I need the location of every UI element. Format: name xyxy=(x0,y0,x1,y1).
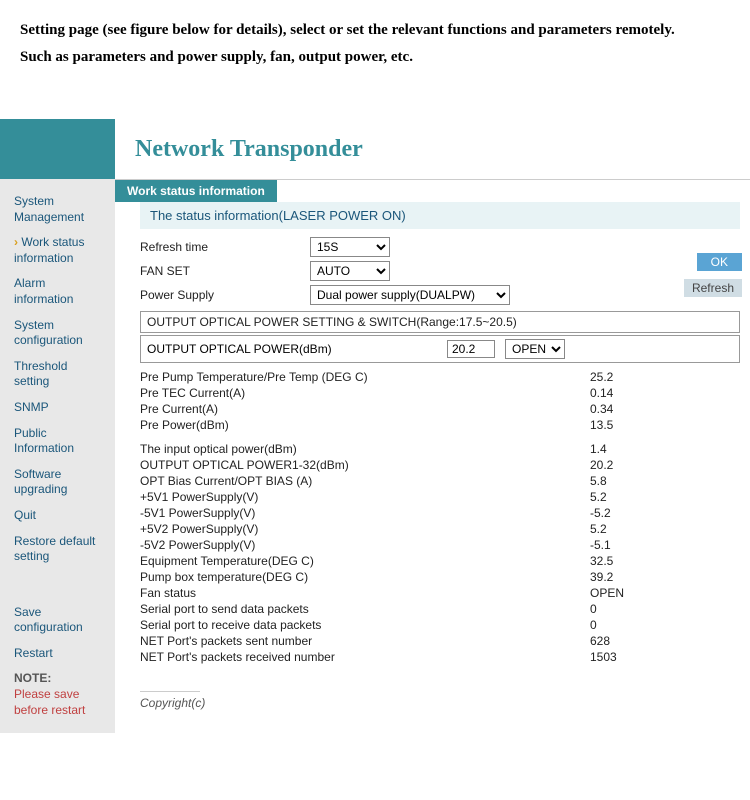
metric-row: NET Port's packets received number1503 xyxy=(140,649,740,665)
metric-value: 0 xyxy=(590,602,650,616)
tab-bar: Work status information xyxy=(115,179,750,202)
output-power-input[interactable] xyxy=(447,340,495,358)
sidebar-item-system-management[interactable]: System Management xyxy=(0,189,115,230)
refresh-time-select[interactable]: 15S xyxy=(310,237,390,257)
sidebar-item-work-status[interactable]: Work status information xyxy=(0,230,115,271)
sidebar-note: NOTE: Please save before restart xyxy=(0,666,115,723)
metric-row: -5V2 PowerSupply(V)-5.1 xyxy=(140,537,740,553)
output-power-label: OUTPUT OPTICAL POWER(dBm) xyxy=(147,342,437,356)
metric-label: NET Port's packets sent number xyxy=(140,634,590,648)
metric-label: Pre Pump Temperature/Pre Temp (DEG C) xyxy=(140,370,590,384)
output-power-switch-select[interactable]: OPEN xyxy=(505,339,565,359)
sidebar-item-system-config[interactable]: System configuration xyxy=(0,313,115,354)
metric-row: +5V1 PowerSupply(V)5.2 xyxy=(140,489,740,505)
page-title: Network Transponder xyxy=(135,136,363,163)
metric-row: Serial port to receive data packets0 xyxy=(140,617,740,633)
sidebar-item-save-config[interactable]: Save configuration xyxy=(0,600,115,641)
sidebar-item-restore-default[interactable]: Restore default setting xyxy=(0,529,115,570)
power-supply-label: Power Supply xyxy=(140,288,310,302)
metric-row: Pre TEC Current(A)0.14 xyxy=(140,385,740,401)
metric-value: 25.2 xyxy=(590,370,650,384)
metric-value: 0.34 xyxy=(590,402,650,416)
output-power-section-header: OUTPUT OPTICAL POWER SETTING & SWITCH(Ra… xyxy=(140,311,740,333)
metric-row: The input optical power(dBm)1.4 xyxy=(140,441,740,457)
ok-button[interactable]: OK xyxy=(697,253,742,271)
main-header: Network Transponder xyxy=(115,119,750,179)
sidebar-item-snmp[interactable]: SNMP xyxy=(0,395,115,421)
sidebar-item-threshold[interactable]: Threshold setting xyxy=(0,354,115,395)
metric-row: NET Port's packets sent number628 xyxy=(140,633,740,649)
copyright-text: Copyright(c) xyxy=(140,696,205,710)
metric-label: -5V1 PowerSupply(V) xyxy=(140,506,590,520)
metric-row: -5V1 PowerSupply(V)-5.2 xyxy=(140,505,740,521)
metric-label: The input optical power(dBm) xyxy=(140,442,590,456)
metric-row: Fan statusOPEN xyxy=(140,585,740,601)
metric-row: OUTPUT OPTICAL POWER1-32(dBm)20.2 xyxy=(140,457,740,473)
metric-value: 1.4 xyxy=(590,442,650,456)
metric-row: Pre Pump Temperature/Pre Temp (DEG C)25.… xyxy=(140,369,740,385)
footer: Copyright(c) xyxy=(140,685,740,710)
intro-line-1: Setting page (see figure below for detai… xyxy=(20,20,730,41)
sidebar-item-software-upgrade[interactable]: Software upgrading xyxy=(0,462,115,503)
metric-value: 32.5 xyxy=(590,554,650,568)
sidebar-nav: System Management Work status informatio… xyxy=(0,179,115,733)
metric-label: -5V2 PowerSupply(V) xyxy=(140,538,590,552)
sidebar-header-block xyxy=(0,119,115,179)
status-title: The status information(LASER POWER ON) xyxy=(140,202,740,229)
metric-row: Serial port to send data packets0 xyxy=(140,601,740,617)
refresh-button[interactable]: Refresh xyxy=(684,279,742,297)
metric-label: Equipment Temperature(DEG C) xyxy=(140,554,590,568)
metric-row: Equipment Temperature(DEG C)32.5 xyxy=(140,553,740,569)
metric-label: Fan status xyxy=(140,586,590,600)
sidebar-item-alarm[interactable]: Alarm information xyxy=(0,271,115,312)
metric-value: 1503 xyxy=(590,650,650,664)
fan-set-select[interactable]: AUTO xyxy=(310,261,390,281)
metric-label: OUTPUT OPTICAL POWER1-32(dBm) xyxy=(140,458,590,472)
metric-value: 13.5 xyxy=(590,418,650,432)
fan-set-label: FAN SET xyxy=(140,264,310,278)
metric-row: OPT Bias Current/OPT BIAS (A)5.8 xyxy=(140,473,740,489)
power-supply-select[interactable]: Dual power supply(DUALPW) xyxy=(310,285,510,305)
sidebar-item-quit[interactable]: Quit xyxy=(0,503,115,529)
refresh-time-label: Refresh time xyxy=(140,240,310,254)
metric-row: Pre Power(dBm)13.5 xyxy=(140,417,740,433)
sidebar-item-public-info[interactable]: Public Information xyxy=(0,421,115,462)
metric-value: OPEN xyxy=(590,586,650,600)
metric-value: -5.1 xyxy=(590,538,650,552)
metric-value: 39.2 xyxy=(590,570,650,584)
metric-row: Pre Current(A)0.34 xyxy=(140,401,740,417)
metric-value: -5.2 xyxy=(590,506,650,520)
sidebar-item-restart[interactable]: Restart xyxy=(0,641,115,667)
intro-line-2: Such as parameters and power supply, fan… xyxy=(20,47,730,68)
metric-value: 5.2 xyxy=(590,490,650,504)
metric-label: Serial port to receive data packets xyxy=(140,618,590,632)
metric-label: +5V1 PowerSupply(V) xyxy=(140,490,590,504)
metric-row: +5V2 PowerSupply(V)5.2 xyxy=(140,521,740,537)
intro-text: Setting page (see figure below for detai… xyxy=(0,0,750,84)
metric-label: Pre Power(dBm) xyxy=(140,418,590,432)
metric-label: NET Port's packets received number xyxy=(140,650,590,664)
metric-value: 0.14 xyxy=(590,386,650,400)
tab-work-status[interactable]: Work status information xyxy=(115,180,277,202)
metric-value: 0 xyxy=(590,618,650,632)
metric-value: 628 xyxy=(590,634,650,648)
sidebar-note-text: Please save before restart xyxy=(14,687,85,717)
metric-label: OPT Bias Current/OPT BIAS (A) xyxy=(140,474,590,488)
metric-label: Pre TEC Current(A) xyxy=(140,386,590,400)
sidebar-note-label: NOTE: xyxy=(14,671,51,685)
output-power-row: OUTPUT OPTICAL POWER(dBm) OPEN xyxy=(140,335,740,363)
metric-label: Pre Current(A) xyxy=(140,402,590,416)
metric-label: Pump box temperature(DEG C) xyxy=(140,570,590,584)
metric-label: +5V2 PowerSupply(V) xyxy=(140,522,590,536)
metric-label: Serial port to send data packets xyxy=(140,602,590,616)
metric-value: 5.8 xyxy=(590,474,650,488)
metric-value: 20.2 xyxy=(590,458,650,472)
metrics-table: Pre Pump Temperature/Pre Temp (DEG C)25.… xyxy=(140,369,740,665)
metric-row: Pump box temperature(DEG C)39.2 xyxy=(140,569,740,585)
metric-value: 5.2 xyxy=(590,522,650,536)
